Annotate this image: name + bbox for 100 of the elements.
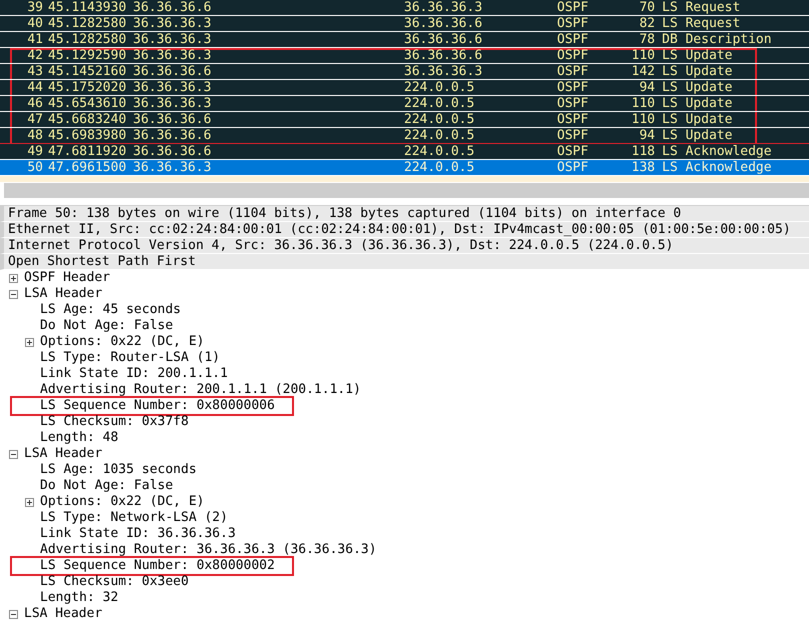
tree-item[interactable]: OSPF Header <box>24 270 110 286</box>
packet-length: 110 <box>630 96 655 111</box>
packet-length: 110 <box>630 112 655 127</box>
packet-info: LS Acknowledge <box>661 160 773 175</box>
collapse-icon[interactable] <box>9 610 18 618</box>
tree-item[interactable]: Do Not Age: False <box>40 318 174 334</box>
packet-protocol: OSPF <box>557 128 590 143</box>
packet-protocol: OSPF <box>557 80 590 95</box>
expand-icon[interactable] <box>25 498 34 506</box>
packet-row[interactable]: 41 45.1282580 36.36.36.3 36.36.36.6 OSPF 78 DB Description <box>0 32 809 48</box>
tree-item[interactable]: LSA Header <box>24 286 102 302</box>
packet-time: 45.6683240 <box>47 112 128 127</box>
packet-length: 94 <box>638 80 655 95</box>
packet-time: 47.6961500 <box>47 160 128 175</box>
packet-protocol: OSPF <box>557 48 590 63</box>
packet-row[interactable]: 48 45.6983980 36.36.36.6 224.0.0.5 OSPF 94 LS Update <box>0 128 809 144</box>
packet-info: LS Update <box>661 128 734 143</box>
packet-source: 36.36.36.6 <box>133 64 212 79</box>
collapse-icon[interactable] <box>9 450 18 458</box>
expand-icon[interactable] <box>25 338 34 346</box>
packet-info: LS Acknowledge <box>661 144 773 159</box>
packet-info: LS Update <box>661 48 734 63</box>
packet-time: 45.6983980 <box>47 128 128 143</box>
packet-source: 36.36.36.6 <box>133 144 212 159</box>
packet-number: 42 <box>26 48 43 63</box>
packet-row[interactable]: 50 47.6961500 36.36.36.3 224.0.0.5 OSPF 138 LS Acknowledge <box>0 160 809 176</box>
packet-number: 40 <box>26 16 43 31</box>
packet-number: 48 <box>26 128 43 143</box>
tree-item[interactable]: LSA Header <box>24 446 102 462</box>
packet-info: LS Update <box>661 80 734 95</box>
tree-item[interactable]: LS Type: Router-LSA (1) <box>40 350 220 366</box>
packet-info: LS Request <box>661 0 742 15</box>
packet-number: 46 <box>26 96 43 111</box>
tree-item[interactable]: Link State ID: 200.1.1.1 <box>40 366 228 382</box>
packet-source: 36.36.36.3 <box>133 96 212 111</box>
packet-protocol: OSPF <box>557 32 590 47</box>
packet-number: 50 <box>26 160 43 175</box>
tree-item[interactable]: LS Sequence Number: 0x80000002 <box>40 558 275 574</box>
packet-info: LS Update <box>661 112 734 127</box>
tree-item[interactable]: Advertising Router: 200.1.1.1 (200.1.1.1) <box>40 382 361 398</box>
packet-source: 36.36.36.3 <box>133 16 212 31</box>
packet-protocol: OSPF <box>557 64 590 79</box>
packet-length: 142 <box>630 64 655 79</box>
packet-time: 47.6811920 <box>47 144 128 159</box>
packet-source: 36.36.36.3 <box>133 160 212 175</box>
tree-item[interactable]: Length: 48 <box>40 430 118 446</box>
packet-destination: 36.36.36.3 <box>404 0 484 15</box>
tree-item[interactable]: LS Checksum: 0x3ee0 <box>40 574 189 590</box>
packet-row[interactable]: 47 45.6683240 36.36.36.6 224.0.0.5 OSPF 110 LS Update <box>0 112 809 128</box>
tree-item[interactable]: Length: 32 <box>40 590 118 606</box>
packet-source: 36.36.36.6 <box>133 0 212 15</box>
packet-time: 45.1143930 <box>47 0 128 15</box>
tree-item[interactable]: Do Not Age: False <box>40 478 174 494</box>
packet-destination: 224.0.0.5 <box>404 112 476 127</box>
packet-length: 110 <box>630 48 655 63</box>
packet-length: 82 <box>638 16 655 31</box>
collapse-icon[interactable] <box>9 290 18 298</box>
tree-item[interactable]: LS Age: 45 seconds <box>40 302 181 318</box>
packet-row[interactable]: 46 45.6543610 36.36.36.3 224.0.0.5 OSPF 110 LS Update <box>0 96 809 112</box>
packet-number: 47 <box>26 112 43 127</box>
packet-length: 118 <box>630 144 655 159</box>
tree-item[interactable]: LS Checksum: 0x37f8 <box>40 414 189 430</box>
packet-row[interactable]: 40 45.1282580 36.36.36.3 36.36.36.6 OSPF 82 LS Request <box>0 16 809 32</box>
expand-icon[interactable] <box>9 274 18 282</box>
packet-length: 70 <box>638 0 655 15</box>
tree-item[interactable]: LS Age: 1035 seconds <box>40 462 197 478</box>
packet-destination: 36.36.36.6 <box>404 16 484 31</box>
packet-row[interactable]: 39 45.1143930 36.36.36.6 36.36.36.3 OSPF 70 LS Request <box>0 0 809 16</box>
tree-item[interactable]: Link State ID: 36.36.36.3 <box>40 526 236 542</box>
tree-item[interactable]: LS Type: Network-LSA (2) <box>40 510 228 526</box>
packet-destination: 224.0.0.5 <box>404 128 476 143</box>
packet-number: 41 <box>26 32 43 47</box>
packet-time: 45.1452160 <box>47 64 128 79</box>
packet-time: 45.1292590 <box>47 48 128 63</box>
packet-number: 39 <box>26 0 43 15</box>
tree-item[interactable]: Options: 0x22 (DC, E) <box>40 334 204 350</box>
packet-info: LS Update <box>661 64 734 79</box>
tree-item[interactable]: LS Sequence Number: 0x80000006 <box>40 398 275 414</box>
packet-protocol: OSPF <box>557 112 590 127</box>
packet-row[interactable]: 43 45.1452160 36.36.36.6 36.36.36.3 OSPF 142 LS Update <box>0 64 809 80</box>
horizontal-scrollbar[interactable] <box>4 183 809 198</box>
tree-item[interactable]: LSA Header <box>24 606 102 622</box>
packet-length: 94 <box>638 128 655 143</box>
packet-source: 36.36.36.3 <box>133 32 212 47</box>
packet-destination: 36.36.36.6 <box>404 48 484 63</box>
tree-item[interactable]: Options: 0x22 (DC, E) <box>40 494 204 510</box>
packet-source: 36.36.36.3 <box>133 48 212 63</box>
packet-time: 45.6543610 <box>47 96 128 111</box>
packet-protocol: OSPF <box>557 160 590 175</box>
packet-row[interactable]: 42 45.1292590 36.36.36.3 36.36.36.6 OSPF 110 LS Update <box>0 48 809 64</box>
packet-destination: 224.0.0.5 <box>404 144 476 159</box>
packet-row[interactable]: 44 45.1752020 36.36.36.3 224.0.0.5 OSPF 94 LS Update <box>0 80 809 96</box>
tree-item[interactable]: Advertising Router: 36.36.36.3 (36.36.36.3) <box>40 542 377 558</box>
packet-destination: 36.36.36.6 <box>404 32 484 47</box>
packet-row[interactable]: 49 47.6811920 36.36.36.6 224.0.0.5 OSPF 118 LS Acknowledge <box>0 144 809 160</box>
packet-source: 36.36.36.6 <box>133 112 212 127</box>
packet-destination: 224.0.0.5 <box>404 160 476 175</box>
packet-info: LS Request <box>661 16 742 31</box>
packet-protocol: OSPF <box>557 96 590 111</box>
packet-number: 43 <box>26 64 43 79</box>
